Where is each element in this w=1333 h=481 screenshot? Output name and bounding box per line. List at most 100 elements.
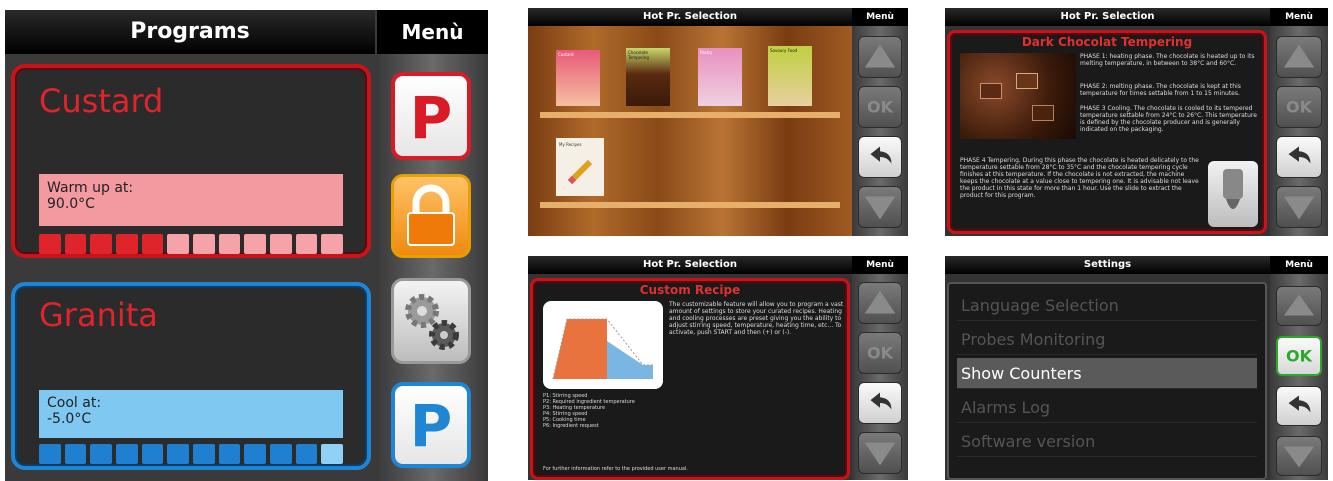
up-button[interactable] xyxy=(858,282,902,324)
ok-label: OK xyxy=(1286,97,1312,117)
ok-button[interactable]: OK xyxy=(1276,86,1322,128)
down-arrow-icon xyxy=(1283,446,1315,468)
menu-title: Menù xyxy=(852,256,908,274)
up-button[interactable] xyxy=(858,36,902,78)
ok-label: OK xyxy=(1286,346,1312,366)
recipe-panel: Dark Chocolat Tempering PHASE 1: heating… xyxy=(947,30,1267,234)
progress-segment xyxy=(90,234,112,254)
up-button[interactable] xyxy=(1276,286,1322,326)
menu-item-alarms[interactable]: Alarms Log xyxy=(957,392,1257,423)
progress-segment xyxy=(270,444,292,464)
progress-segment xyxy=(90,444,112,464)
temperature-value: 90.0°C xyxy=(47,196,95,212)
program-name: Custard xyxy=(39,82,164,120)
book-my-recipes[interactable]: My Recipes xyxy=(556,138,604,196)
ok-button[interactable]: OK xyxy=(1276,336,1322,376)
page-title: Hot Pr. Selection xyxy=(528,8,852,26)
footer-note: For further information refer to the pro… xyxy=(543,466,688,472)
status-box: Cool at: -5.0°C xyxy=(39,390,343,438)
lock-icon xyxy=(407,184,455,246)
programs-button-blue[interactable]: P xyxy=(391,382,471,468)
program-card-custard[interactable]: Custard Warm up at: 90.0°C xyxy=(11,64,371,258)
programs-screen: Programs Custard Warm up at: 90.0°C Gran… xyxy=(5,10,488,481)
book-chocolate-tempering[interactable]: Chocolate Tempering xyxy=(626,48,670,106)
status-label: Cool at: xyxy=(47,395,102,411)
menu-title: Menù xyxy=(377,10,488,54)
menu-sidebar: Menù P P xyxy=(377,10,488,481)
up-arrow-icon xyxy=(1283,44,1315,68)
back-arrow-icon xyxy=(1288,146,1311,164)
progress-segment xyxy=(193,444,215,464)
chocolate-piece xyxy=(1016,73,1038,89)
book-savoury-food[interactable]: Savoury Food xyxy=(768,46,812,106)
progress-segment xyxy=(116,444,138,464)
programs-button[interactable]: P xyxy=(391,72,471,160)
book-custard[interactable]: Custard xyxy=(556,50,600,106)
progress-segment xyxy=(295,234,318,254)
progress-segment xyxy=(116,234,138,254)
progress-segment xyxy=(270,234,292,254)
up-arrow-icon xyxy=(864,290,896,314)
chocolate-piece xyxy=(1032,105,1054,121)
back-arrow-icon xyxy=(870,146,892,164)
ok-button[interactable]: OK xyxy=(858,86,902,128)
down-button[interactable] xyxy=(858,186,902,228)
back-button[interactable] xyxy=(858,382,902,424)
progress-segment xyxy=(167,234,189,254)
menu-title: Menù xyxy=(852,8,908,26)
back-arrow-icon xyxy=(1288,395,1311,413)
down-button[interactable] xyxy=(858,432,902,474)
program-card-granita[interactable]: Granita Cool at: -5.0°C xyxy=(11,282,371,470)
progress-segment xyxy=(141,444,164,464)
phase-2-text: PHASE 2: melting phase. The chocolate is… xyxy=(1080,83,1241,97)
ok-label: OK xyxy=(867,343,893,363)
progress-segment xyxy=(64,234,87,254)
progress-segment xyxy=(218,234,241,254)
phase-3-text: PHASE 3 Cooling. The chocolate is cooled… xyxy=(1080,105,1257,133)
ok-button[interactable]: OK xyxy=(858,332,902,374)
back-arrow-icon xyxy=(870,392,892,410)
back-button[interactable] xyxy=(1276,136,1322,178)
param-p6: P6: Ingredient request xyxy=(543,423,599,429)
up-arrow-icon xyxy=(864,44,896,68)
ok-label: OK xyxy=(867,97,893,117)
down-arrow-icon xyxy=(1283,196,1315,220)
progress-segment xyxy=(244,234,266,254)
menu-sidebar: Menù OK xyxy=(852,256,908,480)
progress-segment xyxy=(64,444,87,464)
bookshelf: Custard Chocolate Tempering Pastry Savou… xyxy=(528,26,852,236)
page-title: Programs xyxy=(5,10,375,54)
book-label: Chocolate Tempering xyxy=(628,50,649,60)
back-button[interactable] xyxy=(858,136,902,178)
settings-list: Language Selection Probes Monitoring Sho… xyxy=(947,282,1267,480)
temperature-value: -5.0°C xyxy=(47,411,92,427)
down-button[interactable] xyxy=(1276,436,1322,476)
progress-segment xyxy=(244,444,266,464)
page-title: Hot Pr. Selection xyxy=(528,256,852,274)
lock-button[interactable] xyxy=(391,174,471,258)
page-title: Hot Pr. Selection xyxy=(945,8,1270,26)
shelf-board xyxy=(540,202,840,208)
menu-item-software[interactable]: Software version xyxy=(957,426,1257,457)
progress-segment xyxy=(321,234,343,254)
phase-1-text: PHASE 1: heating phase. The chocolate is… xyxy=(1080,53,1255,67)
progress-segment xyxy=(39,234,61,254)
up-arrow-icon xyxy=(1283,294,1315,316)
shelf-board xyxy=(540,112,840,118)
book-pastry[interactable]: Pastry xyxy=(698,48,742,106)
settings-button[interactable] xyxy=(391,278,471,364)
progress-segment xyxy=(39,444,61,464)
menu-title: Menù xyxy=(1270,8,1328,26)
back-button[interactable] xyxy=(1276,386,1322,426)
menu-item-probes[interactable]: Probes Monitoring xyxy=(957,324,1257,355)
book-label: Savoury Food xyxy=(770,48,798,53)
pencil-icon xyxy=(567,159,593,185)
progress-segment xyxy=(218,444,241,464)
menu-item-language[interactable]: Language Selection xyxy=(957,290,1257,321)
shelf-screen: Hot Pr. Selection Custard Chocolate Temp… xyxy=(528,8,908,236)
up-button[interactable] xyxy=(1276,36,1322,78)
menu-item-show-counters[interactable]: Show Counters xyxy=(957,358,1257,389)
down-button[interactable] xyxy=(1276,186,1322,228)
status-box: Warm up at: 90.0°C xyxy=(39,174,343,226)
menu-sidebar: Menù OK xyxy=(1270,8,1328,236)
